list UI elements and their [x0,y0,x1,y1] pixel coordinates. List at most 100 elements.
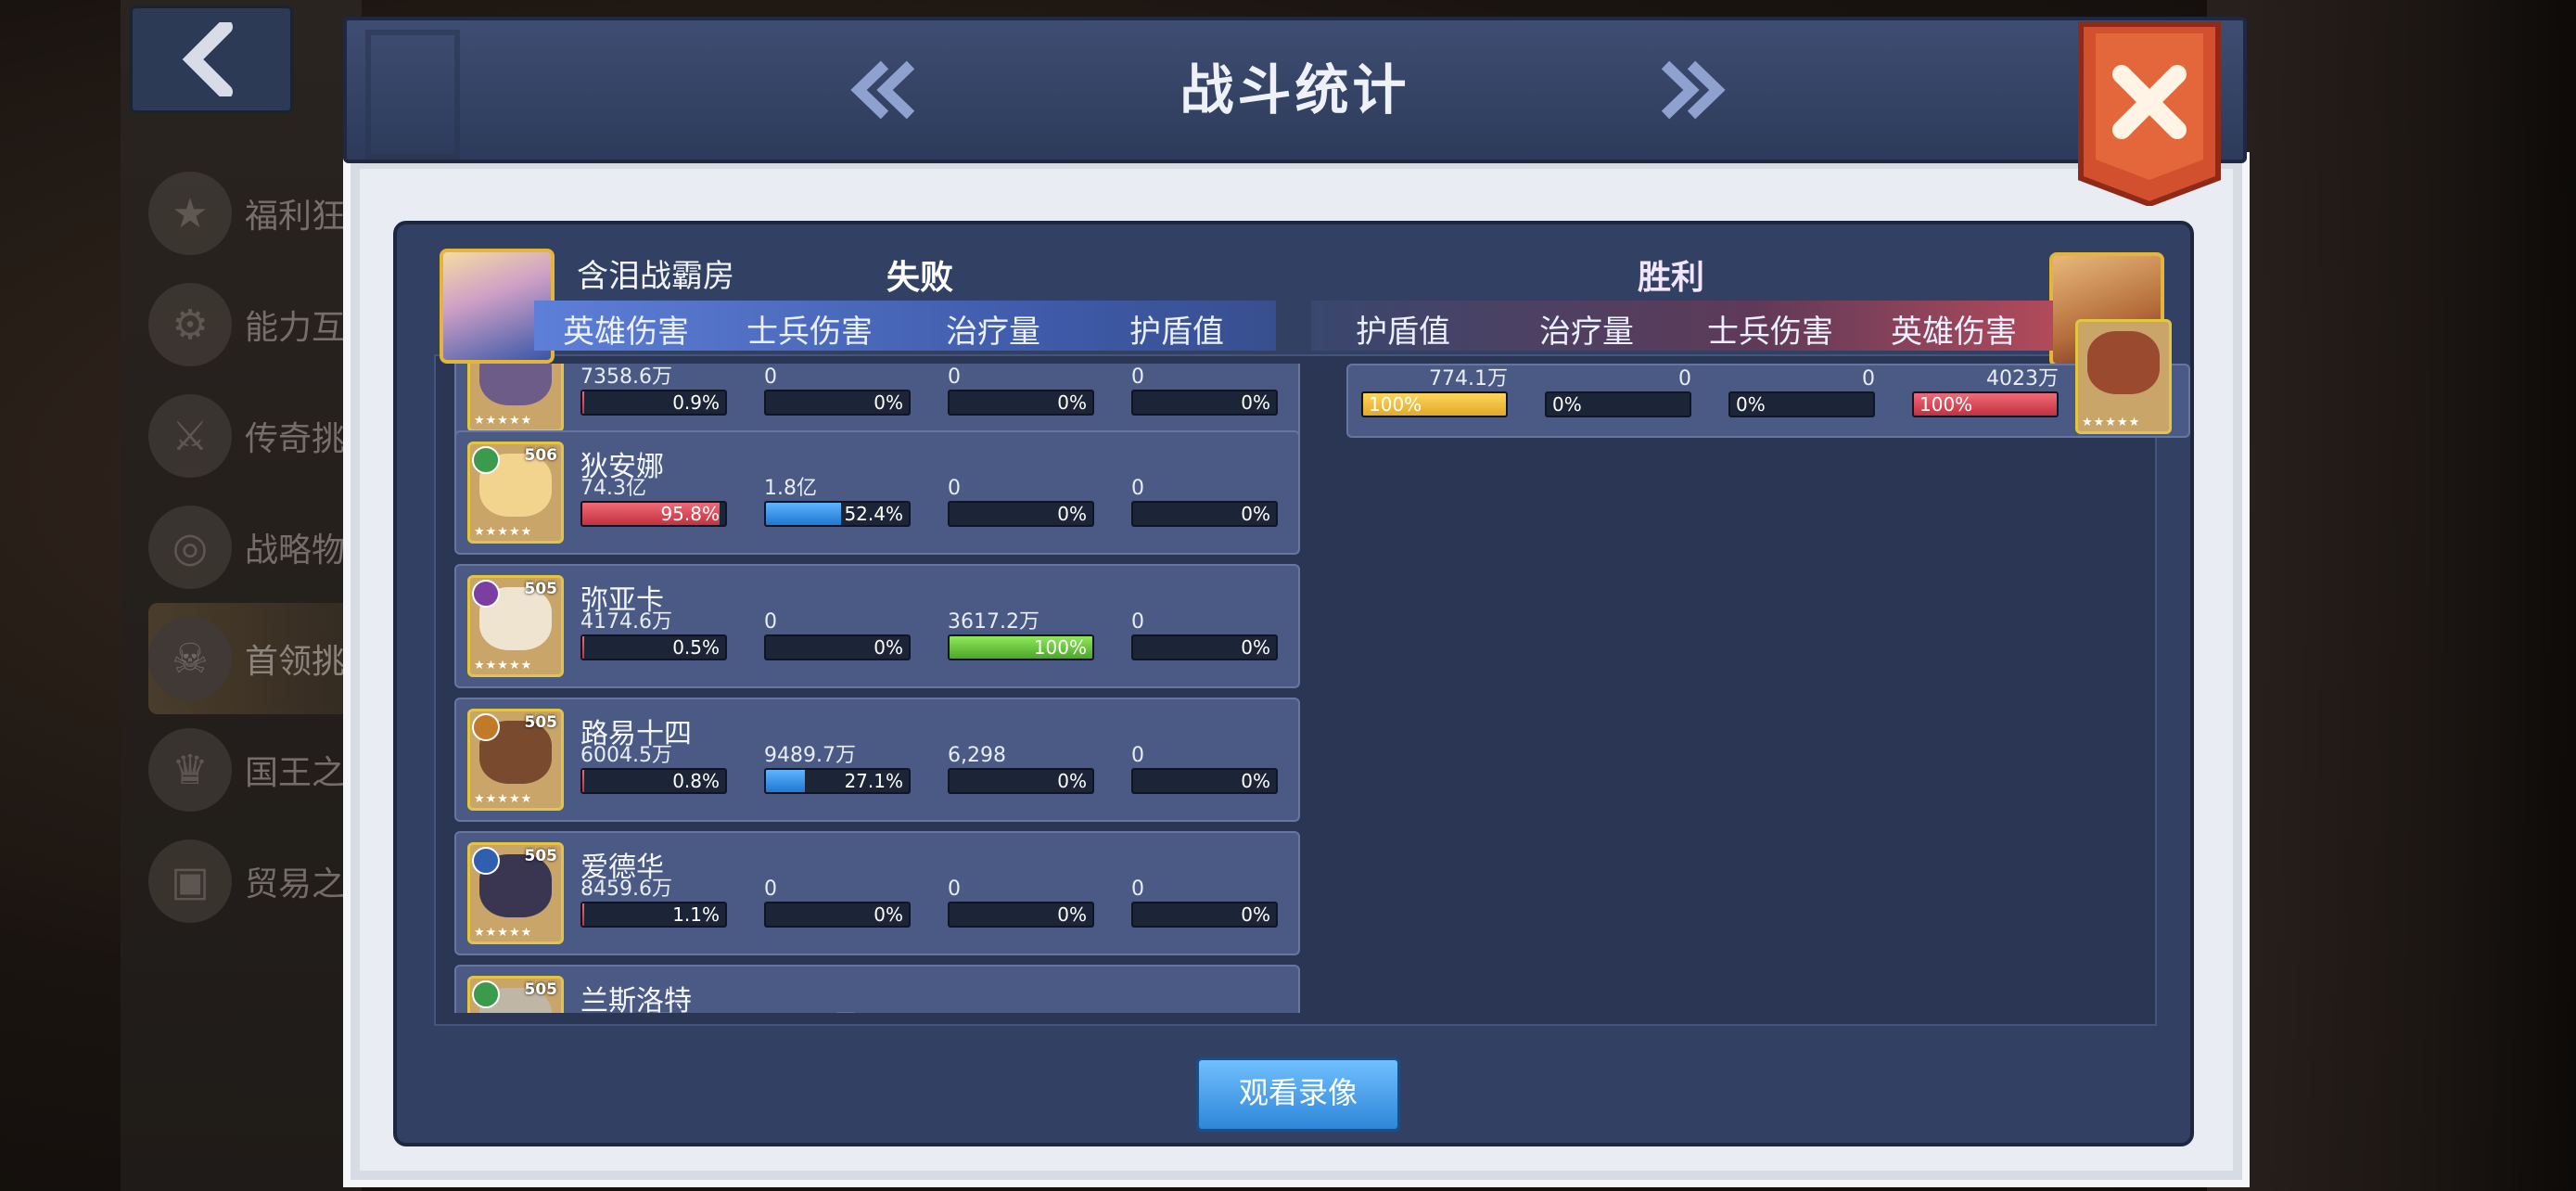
stat-value: 6004.5万 [580,744,672,767]
hero-avatar: 506 ★★★★★ [467,442,564,544]
header-soldier-damage: 士兵伤害 [746,314,873,351]
hero-avatar: 505★★★★★ [467,709,564,811]
stat-bar: 95.8% [580,501,727,527]
watch-replay-button[interactable]: 观看录像 [1196,1057,1400,1132]
hero-stars: ★★★★★ [474,414,533,428]
hero-level: 506 [524,446,558,465]
stat-bar: 27.1% [764,768,911,794]
stat-percent: 0.8% [672,770,720,792]
hero-portrait [2087,331,2160,394]
stat-percent: 95.8% [660,503,720,525]
stat-bar-fill [582,770,585,792]
menu-item-label: 贸易之 [245,865,346,903]
stat-value: 0 [764,365,777,389]
menu-item[interactable]: ♛ 国王之 [148,714,362,826]
stat-value: 7358.6万 [580,365,672,389]
menu-item[interactable]: ◎ 战略物 [148,492,362,603]
hero-row[interactable]: 506 ★★★★★ 狄安娜 74.3亿 95.8% 1.8亿 52.4% 0 0% 0 0% [454,430,1300,555]
menu-item[interactable]: ▣ 贸易之 [148,826,362,937]
stat-value: 1.8亿 [764,477,817,500]
header-shield: 护盾值 [1129,314,1224,351]
hero-class-icon [472,847,500,875]
menu-item-label: 传奇挑 [245,420,346,458]
header-healing: 治疗量 [946,314,1040,351]
stat-cell: 4023万 100% [1912,367,2059,417]
hero-row[interactable]: 505★★★★★ 兰斯洛特6240.5万 7222.1万 0 0 [454,965,1300,1013]
background-right [2207,0,2576,1191]
stat-cell: 0 0% [1728,367,1875,417]
stat-cell: 0 [948,1011,1094,1013]
menu-item-icon: ♛ [148,728,232,812]
stat-value: 0 [1131,1011,1278,1013]
stat-bar: 0% [1131,768,1278,794]
stat-cell: 0 0% [948,477,1094,527]
stat-bar: 0% [1131,634,1278,660]
stat-bar: 0.5% [580,634,727,660]
hero-class-icon [472,446,500,474]
stat-cell: 1.8亿 52.4% [764,477,911,527]
hero-avatar: 505★★★★★ [467,976,564,1013]
enemy-hero-avatar: ★★★★★ [2075,319,2172,434]
stat-value: 0 [764,877,777,901]
back-button[interactable] [130,6,293,113]
left-result: 失败 [886,259,954,297]
hero-level: 505 [524,580,558,598]
menu-item[interactable]: ⚙ 能力互 [148,269,362,380]
stat-cell: 3617.2万 100% [948,610,1094,660]
stat-percent: 0% [1057,503,1087,525]
stat-value: 0 [948,365,961,389]
stat-cell: 0 0% [1131,744,1278,794]
left-hero-list[interactable]: ★★★★★ 7358.6万 0.9% 0 0% 0 0% 0 0% 506 ★★★★★ 狄安娜 74.3… [454,364,1307,1013]
stat-percent: 1.1% [672,903,720,926]
menu-item-label: 国王之 [245,754,346,792]
menu-item-icon: ◎ [148,506,232,589]
stat-bar-fill [766,503,841,525]
menu-item[interactable]: ⚔ 传奇挑 [148,380,362,492]
hero-stars: ★★★★★ [2082,416,2141,429]
menu-item[interactable]: ★ 福利狂 [148,158,362,269]
dialog-title: 战斗统计 [1180,58,1410,122]
stat-value: 3617.2万 [948,610,1039,634]
stat-cell: 0 0% [1131,365,1278,416]
stat-value: 0 [948,877,961,901]
stat-percent: 0% [874,391,903,414]
header-soldier-damage-right: 士兵伤害 [1707,314,1833,351]
next-arrow-icon[interactable] [1654,58,1728,122]
stat-cell: 774.1万 100% [1361,367,1508,417]
hero-level: 505 [524,980,558,999]
chevron-left-icon [182,22,233,96]
stat-bar: 0% [948,768,1094,794]
stat-percent: 0% [1057,770,1087,792]
stat-cell: 0 [1131,1011,1278,1013]
stat-percent: 0.9% [672,391,720,414]
stat-bar: 0% [1131,902,1278,928]
stat-cell: 0 0% [1131,877,1278,928]
menu-item-icon: ⚔ [148,394,232,478]
close-button[interactable] [2077,20,2222,206]
stat-value: 4174.6万 [580,610,672,634]
header-shield-right: 护盾值 [1356,314,1450,351]
menu-item[interactable]: ☠ 首领挑 [148,603,362,714]
stat-cell: 0 0% [948,877,1094,928]
stat-bar-fill [582,636,585,659]
stat-cell: 0 0% [764,365,911,416]
stat-percent: 0% [1057,903,1087,926]
stat-bar: 0% [1131,390,1278,416]
stat-bar: 100% [948,634,1094,660]
hero-row[interactable]: 505 ★★★★★ 弥亚卡 4174.6万 0.5% 0 0% 3617.2万 100% 0 0% [454,564,1300,688]
stat-bar: 1.1% [580,902,727,928]
menu-item-icon: ⚙ [148,283,232,366]
hero-class-icon [472,580,500,608]
stat-cell: 9489.7万 27.1% [764,744,911,794]
stat-bar: 0% [1131,501,1278,527]
hero-level: 505 [524,713,558,732]
header-hero-damage-right: 英雄伤害 [1891,314,2017,351]
stat-value: 0 [1862,367,1875,391]
menu-item-label: 能力互 [245,309,346,347]
stat-bar: 0% [764,902,911,928]
stat-cell: 6,298 0% [948,744,1094,794]
stat-value: 0 [1131,477,1144,500]
menu-item-icon: ▣ [148,839,232,923]
hero-row[interactable]: 505 ★★★★★ 爱德华 8459.6万 1.1% 0 0% 0 0% 0 0% [454,831,1300,955]
hero-row[interactable]: 505 ★★★★★ 路易十四 6004.5万 0.8% 9489.7万 27.1% 6,298… [454,698,1300,822]
